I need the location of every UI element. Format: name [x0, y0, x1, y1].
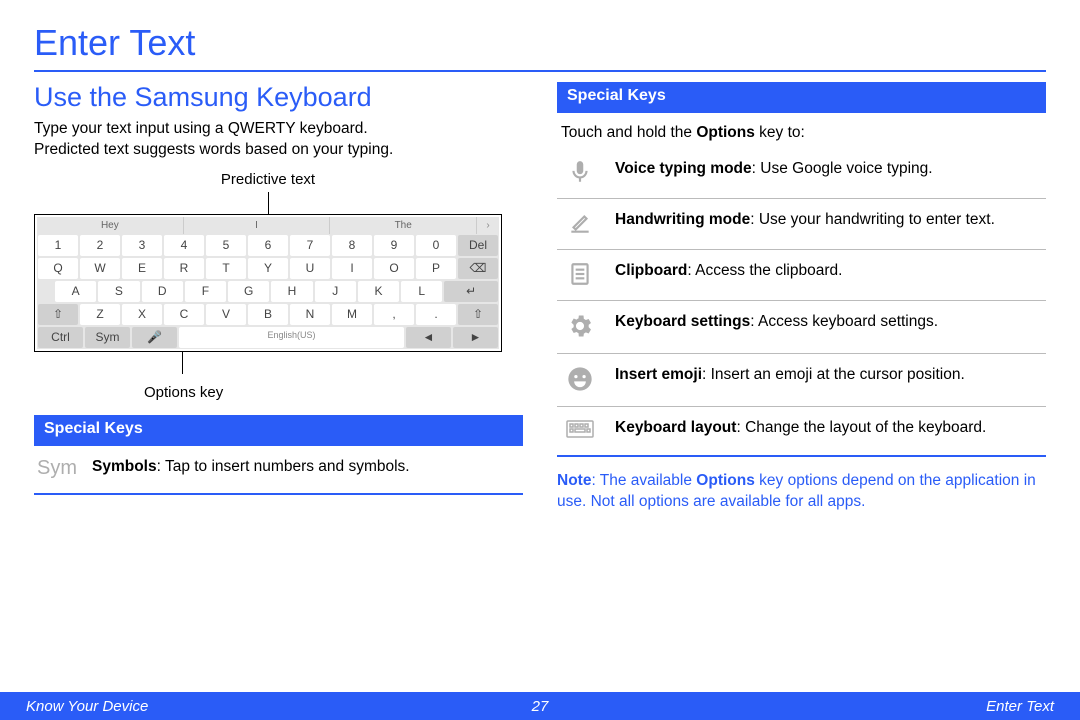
option-item: Keyboard settings: Access keyboard setti… — [557, 301, 1046, 354]
keyboard-key: D — [142, 281, 183, 302]
option-item: Voice typing mode: Use Google voice typi… — [557, 148, 1046, 199]
keyboard-key: Sym — [85, 327, 130, 348]
keyboard-key: X — [122, 304, 162, 325]
note-text: Note: The available Options key options … — [557, 471, 1046, 513]
option-text: Handwriting mode: Use your handwriting t… — [615, 210, 995, 236]
callout-predictive-text: Predictive text — [34, 171, 502, 188]
section-heading: Use the Samsung Keyboard — [34, 82, 523, 113]
keyboard-key: , — [374, 304, 414, 325]
intro-text: Type your text input using a QWERTY keyb… — [34, 119, 523, 161]
keyboard-key: T — [206, 258, 246, 279]
mic-icon — [563, 159, 597, 185]
keyboard-key: F — [185, 281, 226, 302]
keyboard-key: P — [416, 258, 456, 279]
keyboard-key: W — [80, 258, 120, 279]
page-title: Enter Text — [34, 22, 1046, 64]
keyboard-key: ⇧ — [38, 304, 78, 325]
keyboard-key: Del — [458, 235, 498, 256]
keyboard-key: L — [401, 281, 442, 302]
keyboard-key: H — [271, 281, 312, 302]
keyboard-key: 2 — [80, 235, 120, 256]
emoji-icon — [563, 365, 597, 393]
callout-line — [182, 352, 183, 374]
keyboard-key: I — [332, 258, 372, 279]
keyboard-key: V — [206, 304, 246, 325]
predictive-suggestion: Hey — [37, 217, 184, 234]
keyboard-key: J — [315, 281, 356, 302]
keyboard-key: 🎤 — [132, 327, 177, 348]
keyboard-key: Y — [248, 258, 288, 279]
keyboard-key: ⇧ — [458, 304, 498, 325]
keyboard-key: Z — [80, 304, 120, 325]
predictive-suggestion: › — [477, 217, 499, 234]
keyboard-key: English(US) — [179, 327, 404, 348]
option-item: Keyboard layout: Change the layout of th… — [557, 407, 1046, 455]
special-keys-header-right: Special Keys — [557, 82, 1046, 113]
keyboard-illustration: HeyIThe› 1234567890Del QWERTYUIOP⌫ ASDFG… — [34, 214, 502, 352]
option-item: Insert emoji: Insert an emoji at the cur… — [557, 354, 1046, 407]
keyboard-key: 6 — [248, 235, 288, 256]
keyboard-key: . — [416, 304, 456, 325]
options-intro: Touch and hold the Options key to: — [557, 113, 1046, 148]
keyboard-key: 3 — [122, 235, 162, 256]
keyboard-key: S — [98, 281, 139, 302]
option-text: Keyboard layout: Change the layout of th… — [615, 418, 986, 442]
option-text: Clipboard: Access the clipboard. — [615, 261, 842, 287]
footer-page-number: 27 — [532, 698, 549, 715]
sym-icon: Sym — [40, 457, 74, 480]
keyboard-key: 5 — [206, 235, 246, 256]
keyboard-key: 8 — [332, 235, 372, 256]
option-text: Voice typing mode: Use Google voice typi… — [615, 159, 933, 185]
keyboard-key: E — [122, 258, 162, 279]
keyboard-key: Ctrl — [38, 327, 83, 348]
option-text: Insert emoji: Insert an emoji at the cur… — [615, 365, 965, 393]
keyboard-key: ◄ — [406, 327, 451, 348]
handwriting-icon — [563, 210, 597, 236]
keyboard-key: B — [248, 304, 288, 325]
keyboard-key: ⌫ — [458, 258, 498, 279]
keyboard-key: 0 — [416, 235, 456, 256]
keyboard-key: Q — [38, 258, 78, 279]
callout-line — [268, 192, 269, 214]
symbols-description: Symbols: Tap to insert numbers and symbo… — [92, 457, 410, 480]
callout-options-key: Options key — [144, 384, 502, 401]
clipboard-icon — [563, 261, 597, 287]
title-divider — [34, 70, 1046, 72]
option-text: Keyboard settings: Access keyboard setti… — [615, 312, 938, 340]
keyboard-key: M — [332, 304, 372, 325]
page-footer: Know Your Device 27 Enter Text — [0, 692, 1080, 720]
option-item: Handwriting mode: Use your handwriting t… — [557, 199, 1046, 250]
keyboard-key: K — [358, 281, 399, 302]
keyboard-key: R — [164, 258, 204, 279]
keyboard-key: ↵ — [444, 281, 498, 302]
keyboard-key: 9 — [374, 235, 414, 256]
predictive-suggestion: The — [330, 217, 477, 234]
footer-left: Know Your Device — [26, 698, 532, 715]
keyboard-key: A — [55, 281, 96, 302]
keyboard-key: N — [290, 304, 330, 325]
special-keys-header-left: Special Keys — [34, 415, 523, 446]
footer-right: Enter Text — [548, 698, 1054, 715]
gear-icon — [563, 312, 597, 340]
keyboard-key: 7 — [290, 235, 330, 256]
keyboard-key: C — [164, 304, 204, 325]
keyboard-layout-icon — [563, 418, 597, 442]
keyboard-key: G — [228, 281, 269, 302]
keyboard-key: ► — [453, 327, 498, 348]
keyboard-key: 1 — [38, 235, 78, 256]
predictive-suggestion: I — [184, 217, 331, 234]
section-divider — [34, 493, 523, 495]
section-divider — [557, 455, 1046, 457]
option-item: Clipboard: Access the clipboard. — [557, 250, 1046, 301]
keyboard-key: O — [374, 258, 414, 279]
keyboard-key: 4 — [164, 235, 204, 256]
keyboard-key: U — [290, 258, 330, 279]
